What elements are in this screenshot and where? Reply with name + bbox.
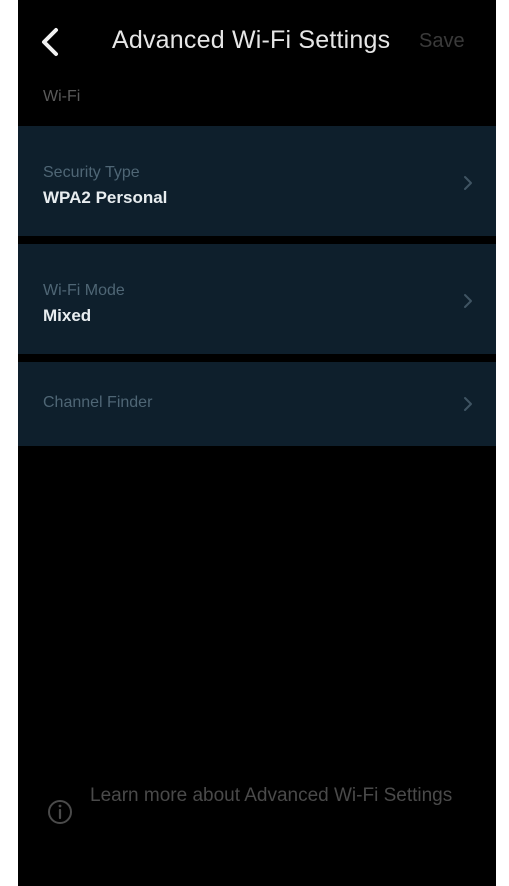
row-value: WPA2 Personal — [43, 188, 168, 207]
learn-more-link[interactable]: Learn more about Advanced Wi-Fi Settings — [46, 782, 466, 842]
back-button[interactable] — [36, 22, 66, 62]
chevron-right-icon — [464, 397, 472, 411]
section-label-wifi: Wi-Fi — [43, 88, 81, 105]
chevron-right-icon — [464, 294, 472, 308]
row-value: Mixed — [43, 306, 92, 325]
chevron-left-icon — [42, 28, 58, 56]
page-title: Advanced Wi-Fi Settings — [112, 26, 391, 54]
screen: Advanced Wi-Fi Settings Save Wi-Fi Secur… — [18, 0, 496, 886]
row-label: Security Type — [43, 164, 140, 181]
header: Advanced Wi-Fi Settings Save — [18, 0, 496, 82]
row-wifi-mode[interactable]: Wi-Fi Mode Mixed — [18, 244, 496, 354]
chevron-right-icon — [464, 176, 472, 190]
learn-more-text: Learn more about Advanced Wi-Fi Settings — [90, 785, 453, 806]
settings-list: Security Type WPA2 Personal Wi-Fi Mode M… — [18, 126, 496, 446]
row-label: Wi-Fi Mode — [43, 282, 125, 299]
row-label: Channel Finder — [43, 394, 153, 411]
save-button[interactable]: Save — [419, 30, 465, 53]
row-channel-finder[interactable]: Channel Finder — [18, 362, 496, 446]
row-security-type[interactable]: Security Type WPA2 Personal — [18, 126, 496, 236]
info-icon — [48, 800, 72, 824]
